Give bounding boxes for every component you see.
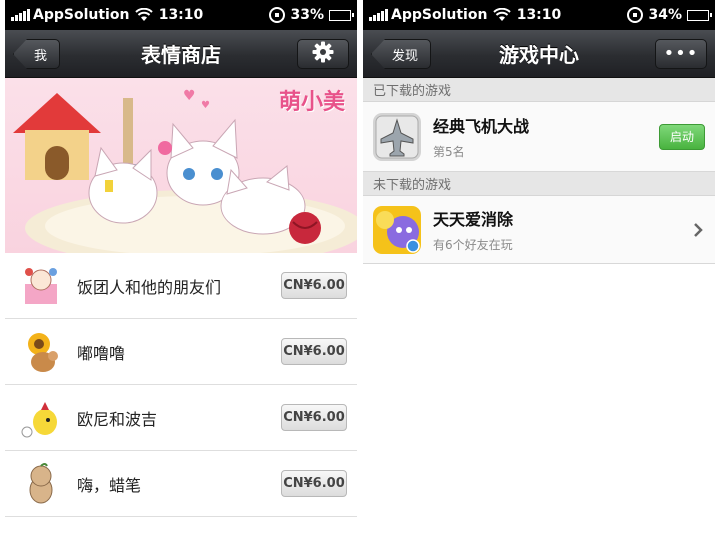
chevron-right-icon (691, 220, 705, 240)
battery-icon (687, 9, 712, 21)
item-name: 欧尼和波吉 (77, 409, 158, 429)
battery-icon (329, 9, 354, 21)
sticker-thumbnail (19, 396, 63, 440)
price-button[interactable]: CN¥6.00 (281, 404, 347, 431)
item-name: 嘟噜噜 (77, 343, 126, 363)
svg-text:♥: ♥ (183, 88, 196, 104)
carrier-name: AppSolution (391, 7, 488, 23)
list-item[interactable]: 欧尼和波吉 CN¥6.00 (5, 385, 357, 451)
wifi-icon (135, 8, 154, 22)
gear-icon (312, 41, 334, 67)
svg-text:♥: ♥ (201, 100, 210, 111)
page-title: 游戏中心 (499, 43, 579, 67)
game-rank: 第5名 (433, 145, 465, 159)
rotation-lock-icon (627, 7, 644, 23)
list-item[interactable]: 嗨，蜡笔 CN¥6.00 (5, 451, 357, 517)
status-bar: AppSolution 13:10 33% (5, 0, 357, 30)
game-title: 天天爱消除 (433, 210, 514, 229)
carrier-name: AppSolution (33, 7, 130, 23)
section-header-downloaded: 已下载的游戏 (363, 78, 715, 102)
rotation-lock-icon (269, 7, 286, 23)
nav-bar: 我 表情商店 (5, 30, 357, 78)
section-header-not-downloaded: 未下载的游戏 (363, 172, 715, 196)
more-button[interactable]: ••• (655, 39, 707, 69)
status-bar: AppSolution 13:10 34% (363, 0, 715, 30)
settings-button[interactable] (297, 39, 349, 69)
signal-icon (369, 9, 388, 21)
sticker-shop-screen: AppSolution 13:10 33% 我 表情商店 ♥ ♥ 萌小美 饭团人… (5, 0, 357, 539)
game-row[interactable]: 天天爱消除 有6个好友在玩 (363, 196, 715, 264)
item-name: 饭团人和他的朋友们 (77, 277, 222, 297)
battery-percent: 34% (648, 7, 682, 23)
price-button[interactable]: CN¥6.00 (281, 338, 347, 365)
launch-button[interactable]: 启动 (659, 123, 705, 150)
price-button[interactable]: CN¥6.00 (281, 272, 347, 299)
back-button[interactable]: 发现 (371, 39, 432, 69)
sticker-thumbnail (19, 462, 63, 506)
banner-title: 萌小美 (278, 90, 345, 115)
plane-game-icon (373, 112, 421, 161)
game-row[interactable]: 经典飞机大战 第5名 启动 (363, 102, 715, 172)
friends-playing: 有6个好友在玩 (433, 238, 513, 252)
sticker-thumbnail (19, 330, 63, 374)
page-title: 表情商店 (141, 43, 221, 67)
item-name: 嗨，蜡笔 (77, 475, 142, 495)
wifi-icon (493, 8, 512, 22)
sticker-thumbnail (19, 264, 63, 308)
more-icon: ••• (663, 43, 699, 64)
game-center-screen: AppSolution 13:10 34% 发现 游戏中心 ••• 已下载的游戏… (363, 0, 715, 539)
back-button[interactable]: 我 (13, 39, 61, 69)
list-item[interactable]: 饭团人和他的朋友们 CN¥6.00 (5, 253, 357, 319)
signal-icon (11, 9, 30, 21)
nav-bar: 发现 游戏中心 ••• (363, 30, 715, 78)
game-title: 经典飞机大战 (433, 117, 530, 136)
featured-banner[interactable]: ♥ ♥ 萌小美 (5, 78, 357, 253)
battery-percent: 33% (290, 7, 324, 23)
sticker-list: 饭团人和他的朋友们 CN¥6.00 嘟噜噜 CN¥6.00 欧尼和波吉 CN¥6… (5, 253, 357, 517)
elimination-game-icon (373, 205, 421, 254)
price-button[interactable]: CN¥6.00 (281, 470, 347, 497)
list-item[interactable]: 嘟噜噜 CN¥6.00 (5, 319, 357, 385)
